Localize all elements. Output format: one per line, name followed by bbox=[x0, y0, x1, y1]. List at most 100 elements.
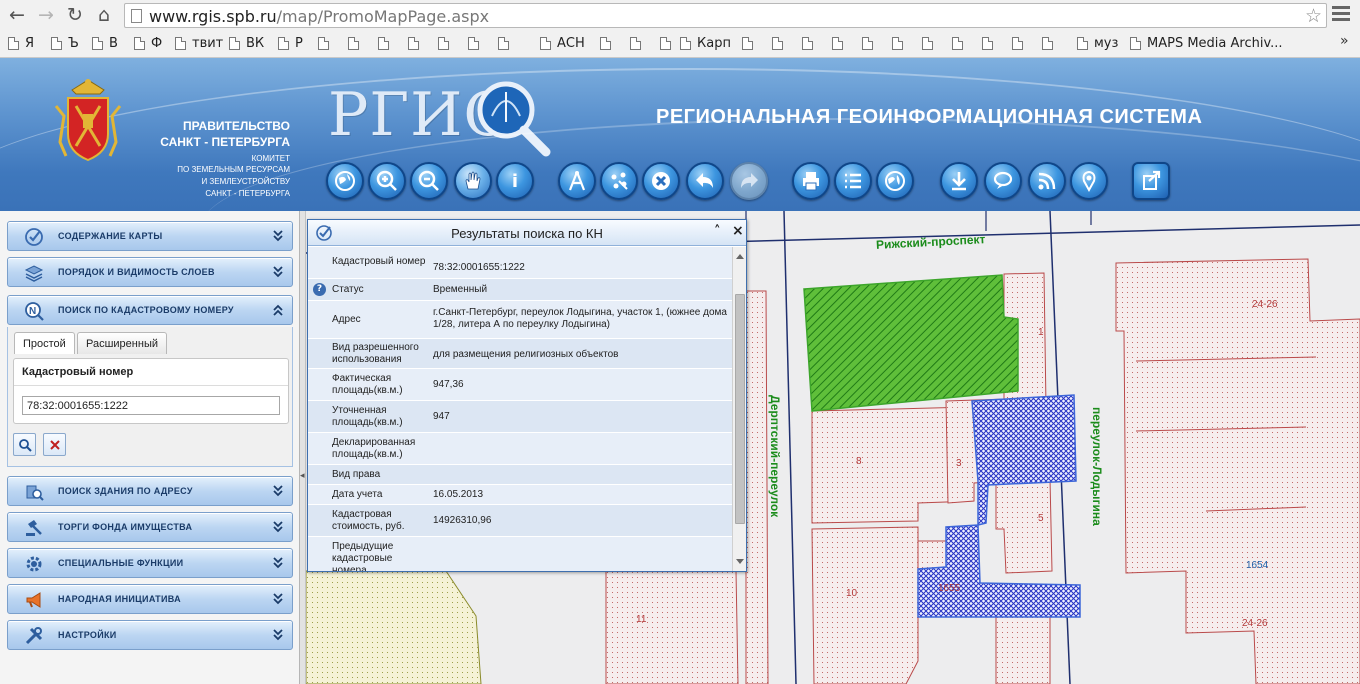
bookmark-item[interactable]: Ф bbox=[134, 33, 162, 53]
address-bar[interactable]: www.rgis.spb.ru/map/PromoMapPage.aspx ☆ bbox=[124, 3, 1327, 28]
scroll-down-icon[interactable] bbox=[736, 559, 744, 564]
pan-hand-icon[interactable] bbox=[454, 162, 492, 200]
bookmark-item[interactable] bbox=[468, 33, 485, 53]
bookmark-item[interactable]: ВК bbox=[229, 33, 264, 53]
info-icon[interactable]: i bbox=[496, 162, 534, 200]
table-row: Вид права bbox=[308, 465, 732, 485]
bookmark-item[interactable] bbox=[660, 33, 677, 53]
clear-search-button[interactable] bbox=[43, 433, 66, 456]
collapse-icon[interactable]: ˄ bbox=[714, 224, 721, 239]
table-row: Предыдущие кадастровые номера bbox=[308, 537, 732, 571]
page-icon bbox=[498, 36, 509, 50]
bookmark-item[interactable]: АСН bbox=[540, 33, 585, 53]
bookmark-item[interactable] bbox=[378, 33, 395, 53]
globe-icon[interactable] bbox=[326, 162, 364, 200]
page-icon bbox=[952, 36, 963, 50]
bookmark-item[interactable]: В bbox=[92, 33, 118, 53]
back-icon[interactable]: ← bbox=[6, 4, 28, 26]
bookmark-item[interactable] bbox=[498, 33, 515, 53]
bookmark-item[interactable]: Ъ bbox=[51, 33, 79, 53]
tab-simple[interactable]: Простой bbox=[14, 332, 75, 354]
rss-icon[interactable] bbox=[1028, 162, 1066, 200]
page-icon bbox=[892, 36, 903, 50]
dialog-scrollbar[interactable] bbox=[732, 247, 746, 571]
download-icon[interactable] bbox=[940, 162, 978, 200]
bookmark-item[interactable] bbox=[1042, 33, 1059, 53]
row-key: Фактическая площадь(кв.м.) bbox=[332, 373, 403, 396]
bookmark-item[interactable] bbox=[832, 33, 849, 53]
bookmark-item[interactable] bbox=[892, 33, 909, 53]
table-row: Кадастровая стоимость, руб. 14926310,96 bbox=[308, 505, 732, 537]
bookmark-item[interactable] bbox=[408, 33, 425, 53]
bookmark-item[interactable]: Я bbox=[8, 33, 34, 53]
bookmark-item[interactable] bbox=[742, 33, 759, 53]
bookmark-item[interactable] bbox=[982, 33, 999, 53]
close-icon[interactable]: × bbox=[732, 223, 744, 239]
bookmark-item[interactable] bbox=[318, 33, 335, 53]
reload-icon[interactable]: ↻ bbox=[64, 4, 86, 26]
home-icon[interactable]: ⌂ bbox=[93, 4, 115, 26]
cadastral-number-label: Кадастровый номер bbox=[22, 366, 134, 378]
page-icon bbox=[92, 36, 103, 50]
bookmark-item[interactable] bbox=[600, 33, 617, 53]
bookmark-item[interactable] bbox=[772, 33, 789, 53]
search-button[interactable] bbox=[13, 433, 36, 456]
zoom-out-icon[interactable] bbox=[410, 162, 448, 200]
help-icon[interactable]: ? bbox=[313, 283, 326, 296]
scroll-up-icon[interactable] bbox=[736, 254, 744, 259]
section-settings[interactable]: Настройки bbox=[7, 620, 293, 650]
section-special-functions[interactable]: Специальные функции bbox=[7, 548, 293, 578]
page-icon bbox=[802, 36, 813, 50]
bookmark-item[interactable]: муз bbox=[1077, 33, 1118, 53]
url-text[interactable]: www.rgis.spb.ru/map/PromoMapPage.aspx bbox=[149, 7, 489, 26]
world-icon[interactable] bbox=[876, 162, 914, 200]
row-key: Вид разрешенного использования bbox=[332, 342, 419, 365]
bookmark-item[interactable] bbox=[348, 33, 365, 53]
bookmark-item[interactable] bbox=[438, 33, 455, 53]
bookmark-star-icon[interactable]: ☆ bbox=[1305, 5, 1322, 27]
section-cadastral-search[interactable]: N Поиск по кадастровому номеру bbox=[7, 295, 293, 325]
bookmark-item[interactable]: твит bbox=[175, 33, 223, 53]
forward-icon[interactable]: → bbox=[35, 4, 57, 26]
location-pin-icon[interactable] bbox=[1070, 162, 1108, 200]
section-building-search[interactable]: Поиск здания по адресу bbox=[7, 476, 293, 506]
chevron-up-icon bbox=[273, 303, 283, 317]
print-icon[interactable] bbox=[792, 162, 830, 200]
bookmark-item[interactable]: Р bbox=[278, 33, 303, 53]
cadastral-number-input[interactable] bbox=[22, 396, 280, 415]
coat-of-arms-icon bbox=[54, 79, 122, 162]
scroll-thumb[interactable] bbox=[735, 294, 745, 524]
clear-icon[interactable] bbox=[642, 162, 680, 200]
forward-arrow-icon[interactable] bbox=[730, 162, 768, 200]
bookmark-item[interactable]: MAPS Media Archiv... bbox=[1130, 33, 1283, 53]
comment-icon[interactable] bbox=[984, 162, 1022, 200]
back-arrow-icon[interactable] bbox=[686, 162, 724, 200]
zoom-in-icon[interactable] bbox=[368, 162, 406, 200]
tab-extended[interactable]: Расширенный bbox=[77, 332, 167, 354]
measure-icon[interactable] bbox=[558, 162, 596, 200]
page-icon bbox=[630, 36, 641, 50]
collapse-arrow-icon[interactable]: ◂ bbox=[300, 471, 305, 481]
bookmark-item[interactable]: Карп bbox=[680, 33, 731, 53]
bookmark-item[interactable] bbox=[952, 33, 969, 53]
bookmarks-overflow-button[interactable]: » bbox=[1340, 33, 1349, 49]
list-icon[interactable] bbox=[834, 162, 872, 200]
dialog-header[interactable]: Результаты поиска по КН ˄ × bbox=[308, 220, 746, 246]
browser-menu-icon[interactable] bbox=[1332, 6, 1350, 22]
bookmark-item[interactable] bbox=[1012, 33, 1029, 53]
section-public-initiative[interactable]: Народная инициатива bbox=[7, 584, 293, 614]
page-icon bbox=[982, 36, 993, 50]
cadastral-search-icon: N bbox=[25, 302, 44, 321]
bookmark-item[interactable] bbox=[862, 33, 879, 53]
export-icon[interactable] bbox=[1132, 162, 1170, 200]
page-icon bbox=[468, 36, 479, 50]
select-points-icon[interactable] bbox=[600, 162, 638, 200]
section-property-auctions[interactable]: Торги фонда имущества bbox=[7, 512, 293, 542]
section-map-contents[interactable]: Содержание карты bbox=[7, 221, 293, 251]
government-title: ПРАВИТЕЛЬСТВО bbox=[182, 119, 290, 133]
section-layer-order[interactable]: Порядок и видимость слоев bbox=[7, 257, 293, 287]
bookmark-item[interactable] bbox=[630, 33, 647, 53]
section-label: Торги фонда имущества bbox=[58, 522, 193, 532]
bookmark-item[interactable] bbox=[802, 33, 819, 53]
bookmark-item[interactable] bbox=[922, 33, 939, 53]
